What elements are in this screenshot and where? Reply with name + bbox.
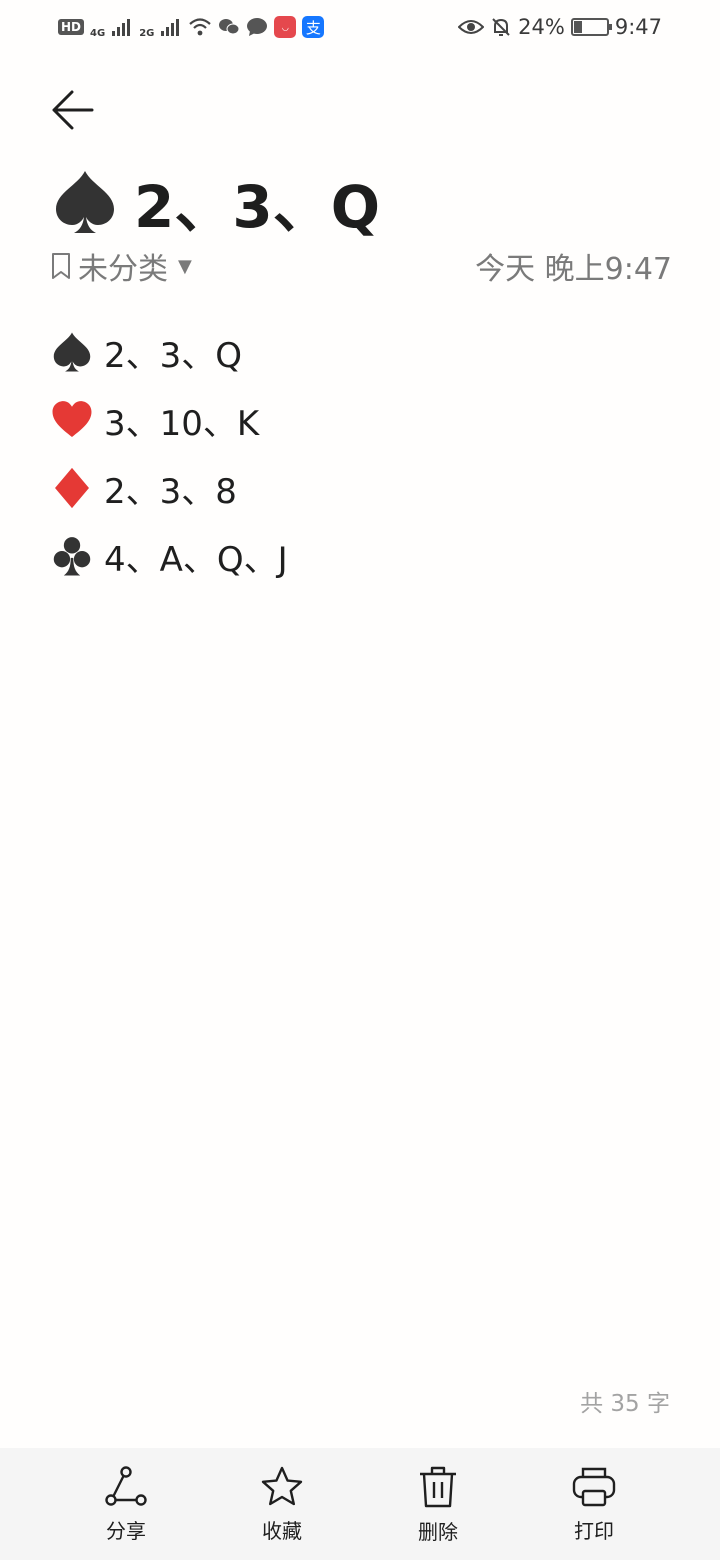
category-selector[interactable]: 未分类 ▼ xyxy=(50,244,192,288)
spade-icon xyxy=(53,332,91,372)
share-label: 分享 xyxy=(106,1518,146,1543)
trash-icon xyxy=(420,1466,456,1507)
alipay-icon: 支 xyxy=(302,16,325,38)
note-title-text: 2、3、Q xyxy=(134,173,381,241)
spade-icon xyxy=(56,171,114,233)
wifi-icon xyxy=(189,18,212,36)
note-line-text: 2、3、Q xyxy=(104,335,243,376)
category-label: 未分类 xyxy=(78,252,168,287)
note-line-text: 3、10、K xyxy=(104,403,260,444)
diamond-icon xyxy=(55,467,89,509)
print-button[interactable]: 打印 xyxy=(534,1448,654,1560)
favorite-label: 收藏 xyxy=(262,1518,302,1543)
favorite-button[interactable]: 收藏 xyxy=(222,1448,342,1560)
heart-icon xyxy=(52,401,92,437)
note-body[interactable]: 2、3、Q 3、10、K 2、3、8 4、A、Q、J xyxy=(50,318,288,590)
message-icon xyxy=(247,18,268,36)
delete-button[interactable]: 删除 xyxy=(378,1448,498,1560)
hd-icon: HD xyxy=(58,19,85,35)
bookmark-icon xyxy=(52,253,70,279)
bottom-toolbar: 分享 收藏 删除 打印 xyxy=(0,1448,720,1560)
status-right: 24% 9:47 xyxy=(458,15,662,39)
printer-icon xyxy=(572,1467,616,1506)
note-line: 4、A、Q、J xyxy=(50,522,288,590)
club-icon xyxy=(53,537,91,576)
delete-label: 删除 xyxy=(418,1519,458,1544)
note-line: 3、10、K xyxy=(50,386,288,454)
clock-time: 9:47 xyxy=(614,15,662,39)
arrow-left-icon xyxy=(52,90,94,130)
note-timestamp: 今天 晚上9:47 xyxy=(475,252,672,287)
mute-bell-icon xyxy=(492,18,510,36)
word-count: 共 35 字 xyxy=(580,1391,670,1417)
signal-icon xyxy=(112,19,131,36)
print-label: 打印 xyxy=(574,1518,614,1543)
note-line: 2、3、8 xyxy=(50,454,288,522)
battery-icon xyxy=(570,18,612,36)
caret-down-icon: ▼ xyxy=(178,255,192,277)
share-icon xyxy=(105,1465,147,1506)
wechat-icon xyxy=(219,19,240,35)
battery-percent: 24% xyxy=(518,15,565,39)
network-4g-label: 4G xyxy=(90,28,106,39)
network-2g-label: 2G xyxy=(139,28,155,39)
note-line-text: 4、A、Q、J xyxy=(104,539,288,580)
status-left: HD 4G 2G ◡ 支 xyxy=(58,15,325,39)
huawei-icon: ◡ xyxy=(274,16,297,38)
eye-icon xyxy=(458,20,485,34)
note-title[interactable]: 2、3、Q xyxy=(50,162,380,242)
share-button[interactable]: 分享 xyxy=(66,1448,186,1560)
note-line: 2、3、Q xyxy=(50,318,288,386)
status-bar: HD 4G 2G ◡ 支 24% 9:47 xyxy=(0,0,720,54)
star-icon xyxy=(261,1466,303,1505)
back-button[interactable] xyxy=(46,84,98,136)
signal-icon xyxy=(161,19,180,36)
note-meta: 未分类 ▼ 今天 晚上9:47 xyxy=(50,244,672,288)
note-line-text: 2、3、8 xyxy=(104,471,237,512)
